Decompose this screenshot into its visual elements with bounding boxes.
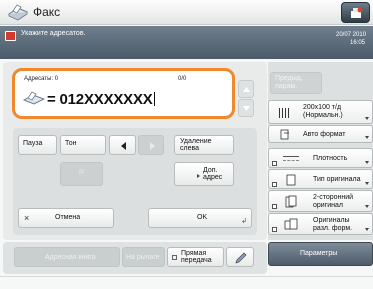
cancel-button[interactable]: × Отмена [18,208,114,228]
bottom-edge [0,276,373,289]
setting-bullet [272,227,277,232]
status-message: Укажите адресатов. [21,30,86,37]
scroll-down-button[interactable] [238,99,254,117]
text-cursor [153,92,155,106]
pause-button[interactable]: Пауза [18,135,57,155]
cursor-right-button[interactable] [138,135,164,155]
tone-button[interactable]: Тон [60,135,106,155]
on-hook-button[interactable]: На рычаге [122,247,165,267]
close-icon: × [24,213,30,223]
chevron-down-icon [365,182,369,185]
warning-icon [5,31,16,41]
status-date: 20/07 2010 [336,32,367,38]
cursor-left-button[interactable] [109,135,136,155]
mixed-sizes-icon [284,218,298,230]
arrow-up-icon [243,87,250,92]
status-monitor-button[interactable] [341,2,370,23]
original-type-button[interactable]: Тип оригинала [268,169,373,189]
previous-settings-button[interactable]: Предыд. парам. [270,72,322,94]
density-icon [283,156,299,161]
app-title: Факс [33,5,61,19]
two-sided-icon [285,195,297,208]
document-icon [286,174,296,186]
arrow-right-icon [150,142,155,150]
arrow-down-icon [243,106,250,111]
shortcut-button[interactable] [226,247,254,267]
direct-send-button[interactable]: Прямая передача [167,247,224,267]
status-time: 16:05 [350,40,366,46]
ok-button[interactable]: OK ↲ [148,208,252,228]
arrow-left-icon [121,142,126,150]
fax-icon [23,91,45,105]
resolution-icon [279,108,291,118]
checkbox-icon [172,255,177,260]
address-page-indicator: 0/0 [178,76,187,82]
page-icon [280,129,289,140]
setting-bullet [272,182,277,187]
parameters-label: Параметры [300,250,338,257]
pencil-icon [235,252,247,264]
r-button[interactable]: R [60,162,103,186]
mixed-originals-button[interactable]: Оригиналы разл. форм. [268,213,373,235]
resolution-button[interactable]: 200x100 т/д (Нормальн.) [268,100,373,124]
auto-format-button[interactable]: Авто формат [268,125,373,143]
enter-icon: ↲ [241,218,247,225]
density-button[interactable]: Плотность [268,148,373,168]
scroll-up-button[interactable] [238,80,254,98]
recipients-count: Адресаты: 0 [24,76,59,82]
chevron-down-icon [365,205,369,208]
setting-bullet [272,161,277,166]
chevron-down-icon [365,161,369,164]
fax-icon [7,4,29,21]
setting-bullet [272,204,277,209]
chevron-right-icon [197,174,202,178]
two-sided-original-button[interactable]: 2-сторонний оригинал [268,190,373,212]
status-monitor-icon [351,7,363,18]
chevron-down-icon [365,228,369,231]
delete-left-button[interactable]: Удаление слева [174,135,234,155]
fax-number-value: = 012XXXXXXX [47,91,155,108]
extra-address-button[interactable]: Доп. адрес [174,162,234,186]
chevron-down-icon [365,136,369,139]
chevron-down-icon [365,117,369,120]
address-book-button[interactable]: Адресная книга [14,247,120,267]
